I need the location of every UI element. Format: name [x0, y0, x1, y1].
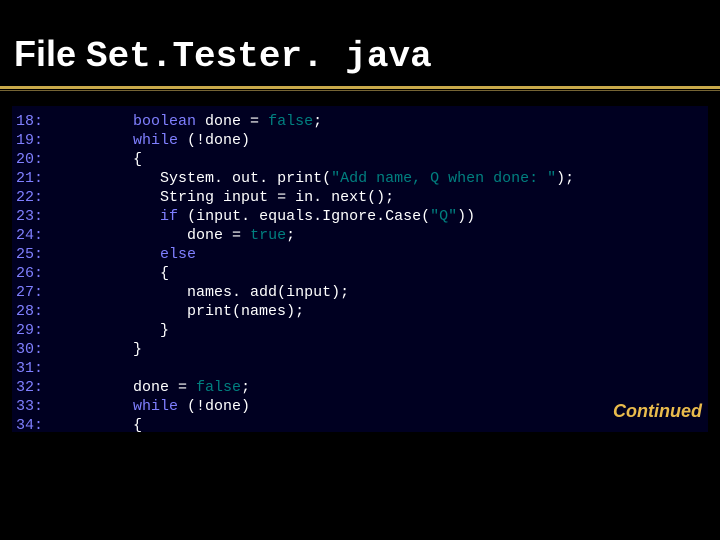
continued-label: Continued: [613, 401, 702, 422]
title-rule: [0, 86, 720, 89]
title-filename: Set.Tester. java: [86, 36, 432, 77]
title-prefix: File: [14, 33, 86, 74]
code-block: 18: boolean done = false; 19: while (!do…: [12, 106, 708, 432]
title-rule-thin: [0, 90, 720, 91]
slide: File Set.Tester. java 18: boolean done =…: [0, 0, 720, 540]
page-title: File Set.Tester. java: [14, 36, 432, 75]
